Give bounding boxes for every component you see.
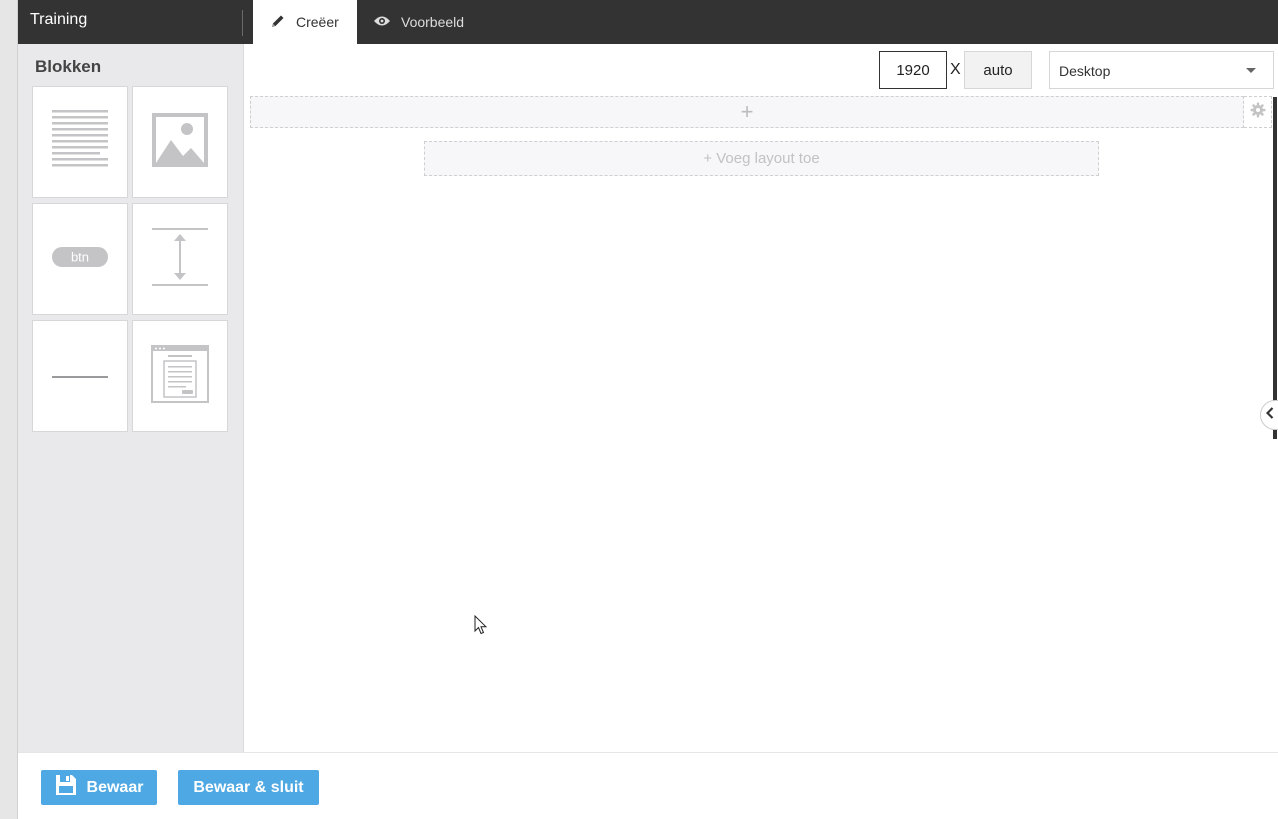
text-block[interactable]: [32, 86, 128, 198]
image-block[interactable]: [132, 86, 228, 198]
image-icon: [151, 112, 209, 173]
save-button-label: Bewaar: [86, 778, 144, 796]
tab-create[interactable]: Creëer: [253, 0, 357, 44]
web-page-icon: [151, 344, 209, 408]
add-layout-button[interactable]: + Voeg layout toe: [424, 141, 1099, 176]
top-bar: Training Creëer Voorbeeld: [18, 0, 1278, 44]
blocks-sidebar: Blokken btn: [18, 44, 243, 752]
spacer-block[interactable]: [132, 203, 228, 315]
window-edge: [0, 0, 18, 819]
button-block[interactable]: btn: [32, 203, 128, 315]
tab-preview[interactable]: Voorbeeld: [371, 0, 491, 44]
svg-text:btn: btn: [71, 249, 89, 264]
row-settings-button[interactable]: [1244, 96, 1272, 128]
dimension-separator: X: [950, 61, 961, 78]
divider-block[interactable]: [32, 320, 128, 432]
chevron-left-icon: [1265, 406, 1274, 424]
sidebar-title: Blokken: [35, 57, 102, 76]
tab-create-label: Creëer: [296, 14, 339, 30]
canvas-height-input[interactable]: [964, 51, 1032, 89]
save-button[interactable]: Bewaar: [41, 770, 157, 805]
add-layout-label: + Voeg layout toe: [703, 150, 820, 167]
tab-preview-label: Voorbeeld: [401, 14, 465, 30]
floppy-disk-icon: [55, 774, 87, 801]
app-title: Training: [30, 11, 88, 28]
eye-icon: [373, 14, 401, 30]
html-block[interactable]: [132, 320, 228, 432]
collapse-panel-handle[interactable]: [1260, 400, 1278, 430]
canvas-width-input[interactable]: [879, 51, 947, 89]
divider-line-icon: [51, 367, 109, 385]
gear-icon: [1250, 102, 1266, 123]
topbar-divider: [242, 10, 243, 36]
canvas-area: X Desktop + + Voeg layout toe: [243, 44, 1278, 752]
device-select-value: Desktop: [1059, 63, 1111, 79]
caret-down-icon: [1246, 68, 1256, 73]
text-lines-icon: [51, 109, 109, 176]
add-row-plus: +: [740, 99, 754, 124]
add-row-button[interactable]: +: [250, 96, 1244, 128]
spacer-arrows-icon: [151, 227, 209, 292]
save-and-close-button[interactable]: Bewaar & sluit: [178, 770, 319, 805]
canvas-scrollbar[interactable]: [1273, 97, 1277, 439]
mouse-cursor-icon: [474, 614, 488, 640]
footer-bar: Bewaar Bewaar & sluit: [18, 752, 1278, 819]
device-select[interactable]: Desktop: [1049, 51, 1274, 89]
button-icon: btn: [51, 246, 109, 273]
pencil-icon: [270, 13, 296, 32]
save-and-close-label: Bewaar & sluit: [193, 778, 304, 796]
